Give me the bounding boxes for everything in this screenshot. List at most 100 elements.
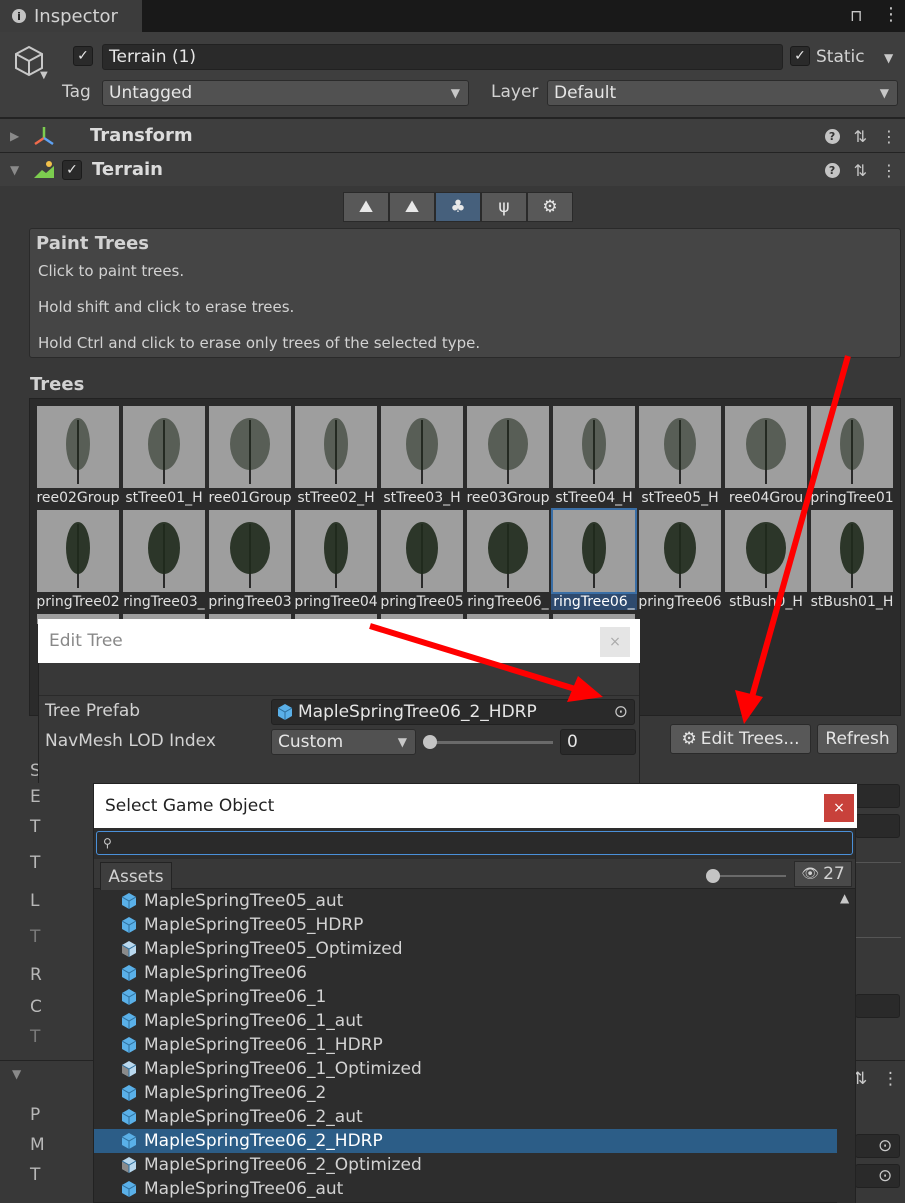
- tree-thumbnail[interactable]: [553, 406, 635, 488]
- tree-thumbnail-label: ree02Group: [36, 490, 120, 506]
- tree-prefab-object-field[interactable]: MapleSpringTree06_2_HDRP ⊙: [271, 699, 635, 725]
- select-game-object-close-button[interactable]: ×: [824, 794, 854, 822]
- list-item[interactable]: MapleSpringTree05_HDRP: [94, 913, 837, 937]
- list-item[interactable]: MapleSpringTree06_2_HDRP: [94, 1129, 837, 1153]
- lod-slider-thumb[interactable]: [423, 735, 437, 749]
- active-checkbox[interactable]: ✓: [73, 46, 93, 66]
- navmesh-lod-dropdown[interactable]: Custom ▼: [271, 729, 416, 755]
- close-icon: ×: [833, 800, 845, 816]
- layer-label: Layer: [491, 82, 539, 102]
- foldout-collapsed-icon[interactable]: ▶: [10, 129, 24, 143]
- lod-number-field[interactable]: 0: [560, 729, 636, 755]
- paint-trees-tool-button[interactable]: ♣: [435, 192, 481, 222]
- list-item[interactable]: MapleSpringTree05_Optimized: [94, 937, 837, 961]
- help-icon[interactable]: ?: [824, 162, 840, 178]
- tree-thumbnail[interactable]: [725, 510, 807, 592]
- terrain-settings-tool-button[interactable]: ⚙: [527, 192, 573, 222]
- list-item[interactable]: MapleSpringTree06_1_Optimized: [94, 1057, 837, 1081]
- tree-preview-icon: [746, 418, 786, 484]
- foldout-expanded-icon[interactable]: ▼: [10, 163, 24, 177]
- component-menu-icon[interactable]: ⋮: [881, 161, 897, 180]
- tree-thumbnail[interactable]: [639, 406, 721, 488]
- tree-thumbnail[interactable]: [381, 406, 463, 488]
- tree-thumbnail-label: stTree05_H: [641, 490, 719, 506]
- tree-preview-icon: [230, 522, 270, 588]
- help-icon[interactable]: ?: [824, 128, 840, 144]
- transform-component-header[interactable]: ▶ Transform ? ⇅ ⋮: [0, 118, 905, 152]
- terrain-enabled-checkbox[interactable]: ✓: [62, 159, 82, 180]
- tree-thumbnail-label: pringTree01: [810, 490, 894, 506]
- tree-thumbnail[interactable]: [725, 406, 807, 488]
- tab-assets[interactable]: Assets: [100, 862, 172, 890]
- edit-trees-button[interactable]: ⚙ Edit Trees...: [670, 724, 811, 754]
- lock-icon[interactable]: ⊓: [850, 6, 862, 25]
- list-item[interactable]: MapleSpringTree06_1_HDRP: [94, 1033, 837, 1057]
- tree-thumbnail[interactable]: [811, 510, 893, 592]
- tree-preview-icon: [406, 522, 438, 588]
- tree-preview-icon: [230, 418, 270, 484]
- refresh-button[interactable]: Refresh: [817, 724, 898, 754]
- list-item[interactable]: MapleSpringTree06_aut: [94, 1177, 837, 1201]
- tree-thumbnail[interactable]: [295, 406, 377, 488]
- object-picker-icon: ⊙: [878, 1136, 893, 1156]
- list-item-label: MapleSpringTree05_aut: [144, 891, 344, 911]
- scroll-up-icon[interactable]: ▲: [840, 891, 849, 905]
- bg-letter-p: P: [30, 1105, 41, 1125]
- zoom-slider-thumb[interactable]: [706, 869, 720, 883]
- tree-thumbnail[interactable]: [811, 406, 893, 488]
- list-item[interactable]: MapleSpringTree06_1: [94, 985, 837, 1009]
- settings-icon: ⚙: [542, 197, 558, 217]
- tree-thumbnail[interactable]: [467, 510, 549, 592]
- more-menu-icon[interactable]: ⋮: [882, 4, 900, 25]
- tree-thumbnail[interactable]: [123, 510, 205, 592]
- tree-thumbnail[interactable]: [37, 510, 119, 592]
- tree-thumbnail[interactable]: [123, 406, 205, 488]
- tree-thumbnail[interactable]: [381, 510, 463, 592]
- hidden-packages-toggle[interactable]: 👁 27: [794, 861, 852, 887]
- list-item[interactable]: MapleSpringTree06: [94, 961, 837, 985]
- tag-dropdown[interactable]: Untagged ▼: [102, 80, 469, 106]
- tree-thumbnail-label: pringTree03: [208, 594, 292, 610]
- component-menu-icon[interactable]: ⋮: [881, 127, 897, 146]
- static-checkbox[interactable]: ✓: [790, 46, 810, 66]
- list-item[interactable]: MapleSpringTree06_2_aut: [94, 1105, 837, 1129]
- hidden-count: 27: [823, 864, 845, 884]
- list-scrollbar[interactable]: ▲: [837, 889, 855, 1203]
- static-dropdown-icon[interactable]: ▼: [884, 51, 893, 65]
- presets-icon[interactable]: ⇅: [854, 127, 867, 146]
- bg-letter-m: M: [30, 1135, 45, 1155]
- presets-icon[interactable]: ⇅: [854, 161, 867, 180]
- object-picker-icon[interactable]: ⊙: [614, 702, 628, 722]
- search-input[interactable]: ⚲: [96, 831, 853, 855]
- list-item[interactable]: MapleSpringTree05_aut: [94, 889, 837, 913]
- list-item[interactable]: MapleSpringTree06_1_aut: [94, 1009, 837, 1033]
- help-line-1: Click to paint trees.: [38, 262, 185, 280]
- list-item[interactable]: MapleSpringTree06_2_Optimized: [94, 1153, 837, 1177]
- tree-thumbnail[interactable]: [209, 406, 291, 488]
- tree-preview-icon: [324, 418, 348, 484]
- tree-preview-icon: [582, 522, 606, 588]
- tree-thumbnail[interactable]: [209, 510, 291, 592]
- tab-inspector[interactable]: i Inspector: [0, 0, 142, 32]
- paint-details-tool-button[interactable]: ψ: [481, 192, 527, 222]
- icon-dropdown-arrow-icon[interactable]: ▼: [40, 70, 48, 81]
- edit-tree-close-button[interactable]: ×: [600, 627, 630, 657]
- paint-terrain-tool-button[interactable]: ⛰: [389, 192, 435, 222]
- object-name-field[interactable]: Terrain (1): [102, 44, 783, 70]
- tree-thumbnail[interactable]: [639, 510, 721, 592]
- layer-dropdown[interactable]: Default ▼: [547, 80, 898, 106]
- lod-slider-track[interactable]: [429, 741, 553, 744]
- tree-thumbnail-label: pringTree04: [294, 594, 378, 610]
- zoom-slider-track[interactable]: [714, 875, 786, 877]
- tree-thumbnail[interactable]: [295, 510, 377, 592]
- tab-bar: i Inspector ⊓ ⋮: [0, 0, 905, 32]
- list-item-label: MapleSpringTree06_1_aut: [144, 1011, 363, 1031]
- tree-thumbnail[interactable]: [467, 406, 549, 488]
- tree-thumbnail[interactable]: [551, 508, 637, 594]
- tree-thumbnail[interactable]: [37, 406, 119, 488]
- terrain-component-header[interactable]: ▼ ✓ Terrain ? ⇅ ⋮: [0, 152, 905, 186]
- create-neighbor-terrain-tool-button[interactable]: ⛰: [343, 192, 389, 222]
- list-item[interactable]: MapleSpringTree06_2: [94, 1081, 837, 1105]
- list-item-label: MapleSpringTree06_2_aut: [144, 1107, 363, 1127]
- edit-tree-title-text: Edit Tree: [49, 631, 123, 651]
